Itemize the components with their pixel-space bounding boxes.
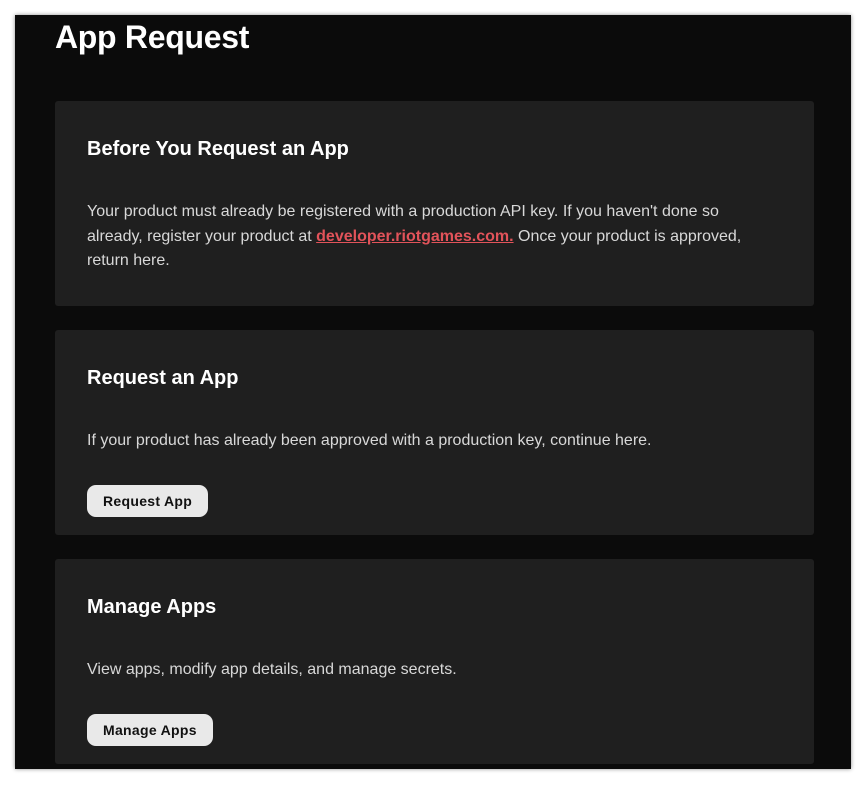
manage-apps-card: Manage Apps View apps, modify app detail… [55,559,814,764]
app-window: App Request Before You Request an App Yo… [15,15,851,769]
before-request-text: Your product must already be registered … [87,200,767,274]
before-request-card: Before You Request an App Your product m… [55,101,814,306]
before-request-heading: Before You Request an App [87,138,349,160]
request-app-card: Request an App If your product has alrea… [55,330,814,535]
developer-portal-link[interactable]: developer.riotgames.com. [316,228,513,245]
manage-apps-button[interactable]: Manage Apps [87,714,213,746]
page-title: App Request [55,19,250,55]
request-app-button[interactable]: Request App [87,485,209,517]
manage-apps-heading: Manage Apps [87,596,217,618]
manage-apps-text: View apps, modify app details, and manag… [87,661,457,678]
request-app-heading: Request an App [87,367,239,389]
request-app-text: If your product has already been approve… [87,432,652,449]
